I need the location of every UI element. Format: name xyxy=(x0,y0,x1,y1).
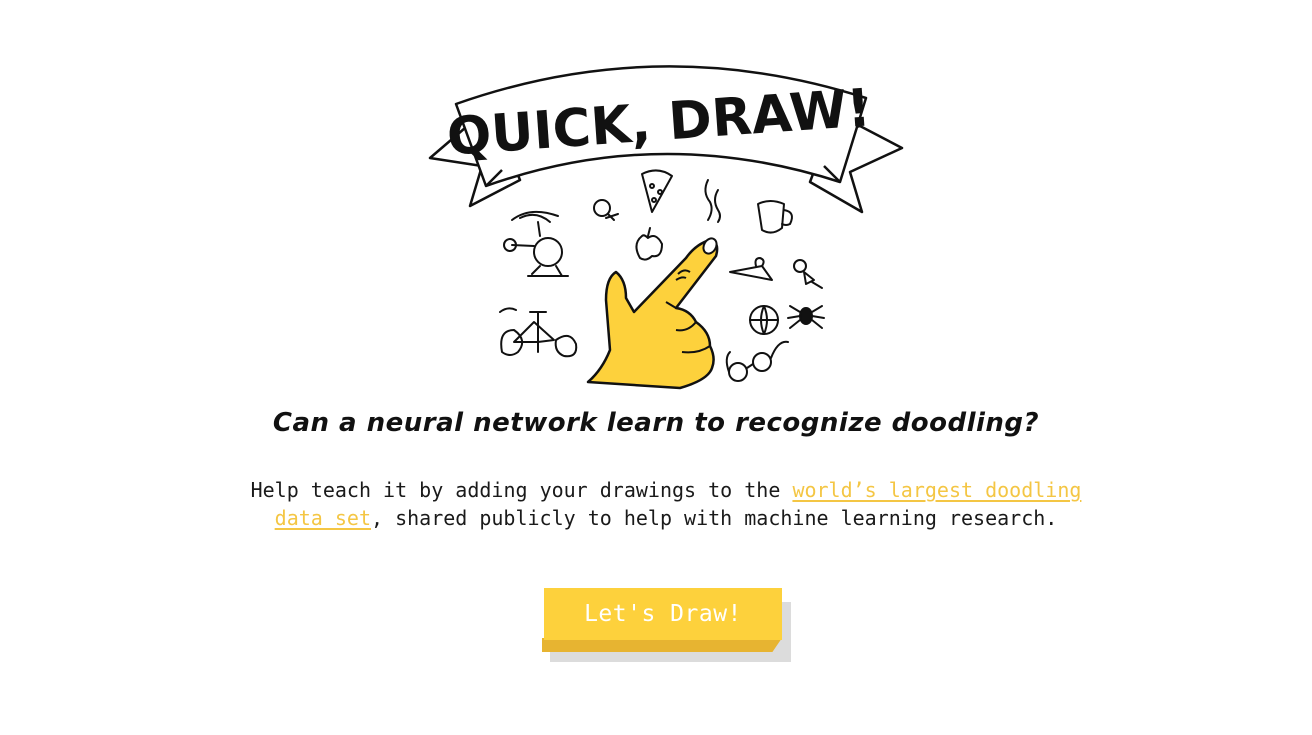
hero-illustration: QUICK, DRAW! xyxy=(420,40,920,396)
tagline: Can a neural network learn to recognize … xyxy=(272,408,1040,438)
helicopter-icon xyxy=(503,210,569,277)
description: Help teach it by adding your drawings to… xyxy=(226,476,1106,532)
description-text-before-link: Help teach it by adding your drawings to… xyxy=(250,478,793,502)
pizza-icon xyxy=(641,169,673,213)
pointing-hand-icon xyxy=(586,237,719,390)
steam-icon xyxy=(704,179,721,223)
apple-icon xyxy=(635,227,663,261)
mug-icon xyxy=(757,200,793,234)
eyeglasses-icon xyxy=(725,340,789,382)
hanger-icon xyxy=(729,257,773,281)
spider-icon xyxy=(787,305,825,329)
pushpin-icon xyxy=(793,259,823,289)
description-text-after-link: , shared publicly to help with machine l… xyxy=(370,506,1058,530)
lightbulb-icon xyxy=(593,199,619,221)
bicycle-icon xyxy=(499,307,578,358)
cta-container: Let's Draw! xyxy=(542,588,792,662)
cta-edge xyxy=(542,638,782,652)
lets-draw-button[interactable]: Let's Draw! xyxy=(544,588,782,640)
basketball-icon xyxy=(749,305,779,335)
